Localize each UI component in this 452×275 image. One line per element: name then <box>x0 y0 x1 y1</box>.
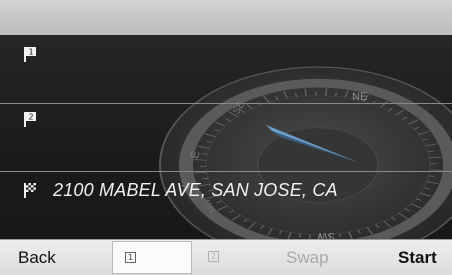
svg-text:1: 1 <box>28 48 33 57</box>
row-divider <box>0 171 452 172</box>
destination-1-button[interactable]: 1 <box>112 241 192 274</box>
checkered-flag-icon <box>24 183 36 198</box>
destination-row-final[interactable]: 2100 MABEL AVE, SAN JOSE, CA <box>0 175 452 211</box>
flag-1-mini-icon: 1 <box>125 252 136 263</box>
flag-2-icon: 2 <box>24 112 36 127</box>
flag-1-icon: 1 <box>24 47 36 62</box>
destination-final-address: 2100 MABEL AVE, SAN JOSE, CA <box>53 180 338 200</box>
svg-text:2: 2 <box>28 113 33 122</box>
destination-panel: NE SE E W SW NW 1 2 2100 MABEL AVE, SAN … <box>0 35 452 239</box>
compass-sw-label: SW <box>317 230 335 239</box>
flag-2-mini-icon: 2 <box>208 251 219 262</box>
softkey-bar: Back 1 2 Swap Start <box>0 239 452 275</box>
start-button[interactable]: Start <box>398 240 437 275</box>
destination-row-1[interactable]: 1 <box>0 35 452 71</box>
swap-button[interactable]: Swap <box>286 240 329 275</box>
row-divider <box>0 103 452 104</box>
compass-tick <box>315 91 317 96</box>
back-button[interactable]: Back <box>18 240 56 275</box>
compass-tick <box>430 163 437 165</box>
title-bar <box>0 0 452 35</box>
destination-row-2[interactable]: 2 <box>0 105 452 141</box>
compass-tick <box>199 165 206 167</box>
navigation-screen: NE SE E W SW NW 1 2 2100 MABEL AVE, SAN … <box>0 0 452 275</box>
compass-ne-label: NE <box>352 91 367 103</box>
